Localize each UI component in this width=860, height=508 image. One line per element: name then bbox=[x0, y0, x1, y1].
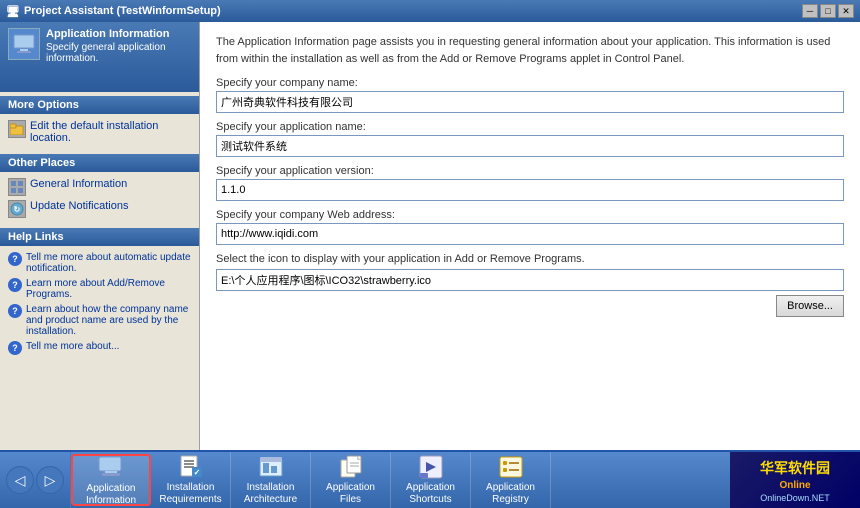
help-item-4[interactable]: ? Tell me more about... bbox=[8, 339, 191, 357]
folder-icon bbox=[8, 120, 26, 138]
panel-header-title: Application Information bbox=[46, 28, 191, 40]
website-label: Specify your company Web address: bbox=[216, 209, 844, 221]
help-links-title: Help Links bbox=[0, 228, 199, 246]
toolbar-item-install-arch[interactable]: InstallationArchitecture bbox=[231, 452, 311, 508]
install-location-label: Edit the default installation location. bbox=[30, 120, 191, 144]
install-req-toolbar-icon: ✓ bbox=[177, 454, 205, 480]
version-label: Specify your application version: bbox=[216, 165, 844, 177]
app-registry-toolbar-icon bbox=[497, 454, 525, 480]
toolbar-item-app-shortcuts[interactable]: ApplicationShortcuts bbox=[391, 452, 471, 508]
general-info-label: General Information bbox=[30, 178, 127, 190]
logo-area: 华军软件园 Online OnlineDown.NET bbox=[730, 452, 860, 508]
minimize-button[interactable]: ─ bbox=[802, 4, 818, 18]
content-intro: The Application Information page assists… bbox=[216, 34, 844, 67]
more-options-title: More Options bbox=[0, 96, 199, 114]
main-container: Application Information Specify general … bbox=[0, 22, 860, 450]
website-field-group: Specify your company Web address: 公司网站地址 bbox=[216, 209, 844, 245]
app-info-toolbar-label: ApplicationInformation bbox=[86, 483, 136, 507]
toolbar-item-app-registry[interactable]: ApplicationRegistry bbox=[471, 452, 551, 508]
app-info-text: Application Information Specify general … bbox=[46, 28, 191, 64]
help-icon-1: ? bbox=[8, 252, 22, 266]
app-shortcuts-toolbar-icon bbox=[417, 454, 445, 480]
appname-field-group: Specify your application name: 软件名称、版本 bbox=[216, 121, 844, 157]
logo-online: Online bbox=[779, 480, 810, 491]
website-input[interactable] bbox=[216, 223, 844, 245]
title-bar-controls: ─ □ ✕ bbox=[802, 4, 854, 18]
restore-button[interactable]: □ bbox=[820, 4, 836, 18]
browse-button[interactable]: Browse... bbox=[776, 295, 844, 317]
install-arch-toolbar-label: InstallationArchitecture bbox=[244, 482, 297, 506]
help-icon-2: ? bbox=[8, 278, 22, 292]
title-bar: 🖥 Project Assistant (TestWinformSetup) ─… bbox=[0, 0, 860, 22]
install-arch-toolbar-icon bbox=[257, 454, 285, 480]
help-icon-3: ? bbox=[8, 304, 22, 318]
version-field-group: Specify your application version: bbox=[216, 165, 844, 201]
app-registry-toolbar-label: ApplicationRegistry bbox=[486, 482, 535, 506]
grid-icon bbox=[8, 178, 26, 196]
logo-sub: OnlineDown.NET bbox=[760, 493, 830, 503]
other-places-title: Other Places bbox=[0, 154, 199, 172]
app-info-toolbar-icon bbox=[97, 453, 125, 481]
sidebar-item-install-location[interactable]: Edit the default installation location. bbox=[8, 118, 191, 146]
toolbar-items: ApplicationInformation ✓ InstallationReq… bbox=[71, 452, 730, 508]
other-places-content: General Information ↻ Update Notificatio… bbox=[0, 172, 199, 224]
panel-header-subtitle: Specify general application information. bbox=[46, 42, 191, 64]
update-notifications-label: Update Notifications bbox=[30, 200, 128, 212]
toolbar-item-app-files[interactable]: ApplicationFiles bbox=[311, 452, 391, 508]
svg-text:✓: ✓ bbox=[193, 468, 200, 477]
update-icon: ↻ bbox=[8, 200, 26, 218]
sidebar-item-update-notifications[interactable]: ↻ Update Notifications bbox=[8, 198, 191, 220]
more-options-content: Edit the default installation location. bbox=[0, 114, 199, 150]
help-links-content: ? Tell me more about automatic update no… bbox=[0, 246, 199, 361]
company-label: Specify your company name: bbox=[216, 77, 844, 89]
window-icon: 🖥 bbox=[6, 5, 20, 18]
help-item-3[interactable]: ? Learn about how the company name and p… bbox=[8, 302, 191, 339]
company-input[interactable] bbox=[216, 91, 844, 113]
toolbar-item-app-info[interactable]: ApplicationInformation bbox=[71, 454, 151, 506]
app-info-header: Application Information Specify general … bbox=[0, 22, 199, 92]
app-info-icon bbox=[8, 28, 40, 60]
icon-path-input[interactable] bbox=[216, 269, 844, 291]
nav-back-button[interactable]: ◁ bbox=[6, 466, 34, 494]
app-shortcuts-toolbar-label: ApplicationShortcuts bbox=[406, 482, 455, 506]
toolbar-item-install-req[interactable]: ✓ InstallationRequirements bbox=[151, 452, 231, 508]
install-req-toolbar-label: InstallationRequirements bbox=[159, 482, 221, 506]
help-label-4: Tell me more about... bbox=[26, 341, 119, 352]
app-files-toolbar-icon bbox=[337, 454, 365, 480]
help-item-1[interactable]: ? Tell me more about automatic update no… bbox=[8, 250, 191, 276]
toolbar-nav: ◁ ▷ bbox=[0, 452, 71, 508]
close-button[interactable]: ✕ bbox=[838, 4, 854, 18]
svg-text:↻: ↻ bbox=[14, 205, 21, 214]
version-input[interactable] bbox=[216, 179, 844, 201]
sidebar-item-general-info[interactable]: General Information bbox=[8, 176, 191, 198]
app-files-toolbar-label: ApplicationFiles bbox=[326, 482, 375, 506]
appname-input[interactable] bbox=[216, 135, 844, 157]
nav-forward-button[interactable]: ▷ bbox=[36, 466, 64, 494]
window-title: Project Assistant (TestWinformSetup) bbox=[24, 5, 221, 17]
icon-section-label: Select the icon to display with your app… bbox=[216, 253, 844, 265]
appname-label: Specify your application name: bbox=[216, 121, 844, 133]
bottom-toolbar: ◁ ▷ ApplicationInformation bbox=[0, 450, 860, 508]
content-panel: The Application Information page assists… bbox=[200, 22, 860, 450]
left-panel: Application Information Specify general … bbox=[0, 22, 200, 450]
help-label-2: Learn more about Add/Remove Programs. bbox=[26, 278, 191, 300]
icon-field-group: Select the icon to display with your app… bbox=[216, 253, 844, 317]
help-label-1: Tell me more about automatic update noti… bbox=[26, 252, 191, 274]
title-bar-left: 🖥 Project Assistant (TestWinformSetup) bbox=[6, 5, 221, 18]
logo-title: 华军软件园 bbox=[760, 458, 830, 478]
company-field-group: Specify your company name: 单位名称 bbox=[216, 77, 844, 113]
help-icon-4: ? bbox=[8, 341, 22, 355]
help-label-3: Learn about how the company name and pro… bbox=[26, 304, 191, 337]
help-item-2[interactable]: ? Learn more about Add/Remove Programs. bbox=[8, 276, 191, 302]
